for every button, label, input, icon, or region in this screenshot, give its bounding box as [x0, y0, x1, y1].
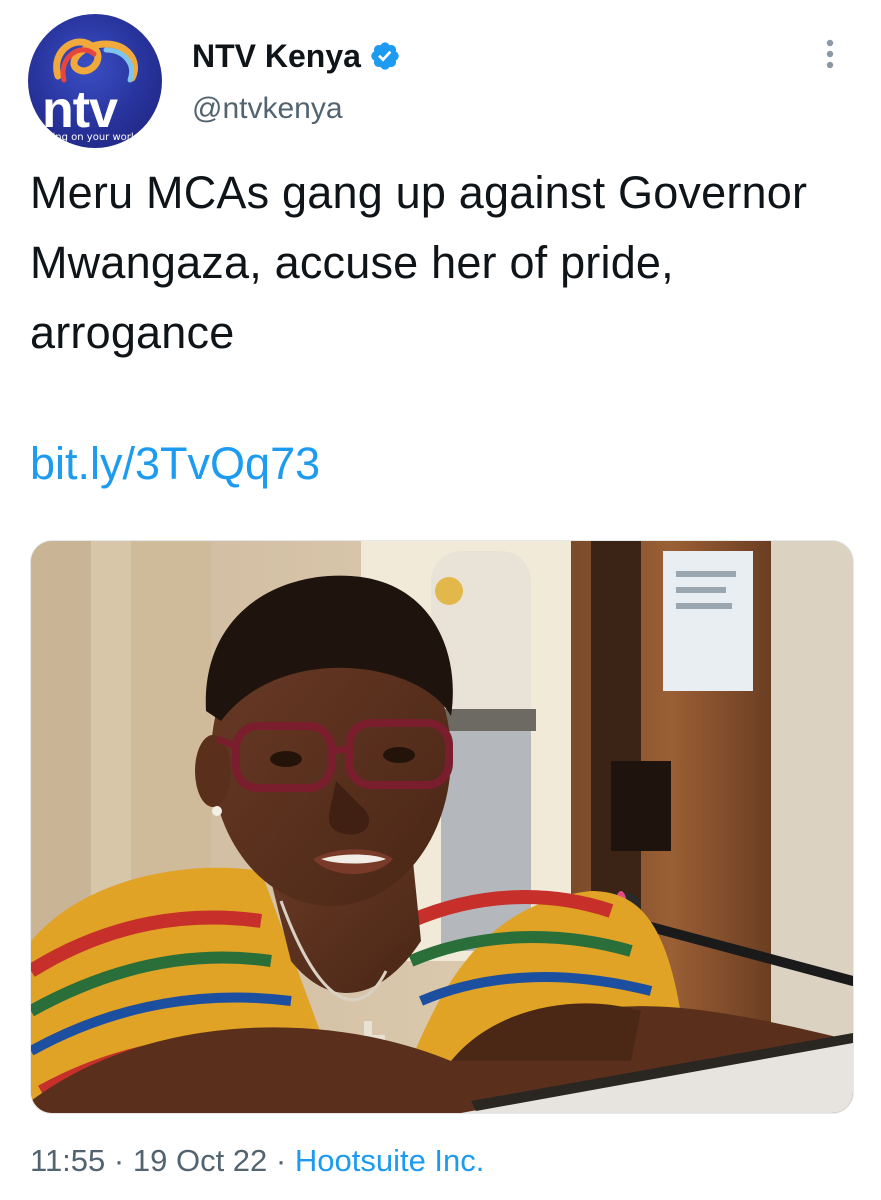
more-options-icon[interactable] [818, 36, 842, 72]
avatar-logo-text: ntv [42, 81, 118, 139]
meta-separator: · [275, 1143, 287, 1178]
display-name[interactable]: NTV Kenya [192, 38, 361, 74]
tweet-source[interactable]: Hootsuite Inc. [295, 1143, 485, 1178]
avatar-tagline: turning on your world [32, 132, 141, 143]
author-handle[interactable]: @ntvkenya [192, 92, 343, 126]
tweet-meta: 11:55 · 19 Oct 22 · Hootsuite Inc. [30, 1142, 484, 1180]
avatar[interactable]: ntv turning on your world [28, 14, 162, 148]
tweet-link[interactable]: bit.ly/3TvQq73 [30, 432, 320, 496]
author-name-row: NTV Kenya [192, 38, 401, 74]
photo-governor-at-microphone [31, 541, 853, 1113]
tweet-time[interactable]: 11:55 [30, 1143, 105, 1178]
meta-separator: · [113, 1143, 125, 1178]
tweet-media-photo[interactable] [30, 540, 854, 1114]
tweet-text: Meru MCAs gang up against Governor Mwang… [30, 167, 808, 358]
tweet-date[interactable]: 19 Oct 22 [133, 1143, 267, 1178]
verified-badge-icon [371, 42, 399, 70]
